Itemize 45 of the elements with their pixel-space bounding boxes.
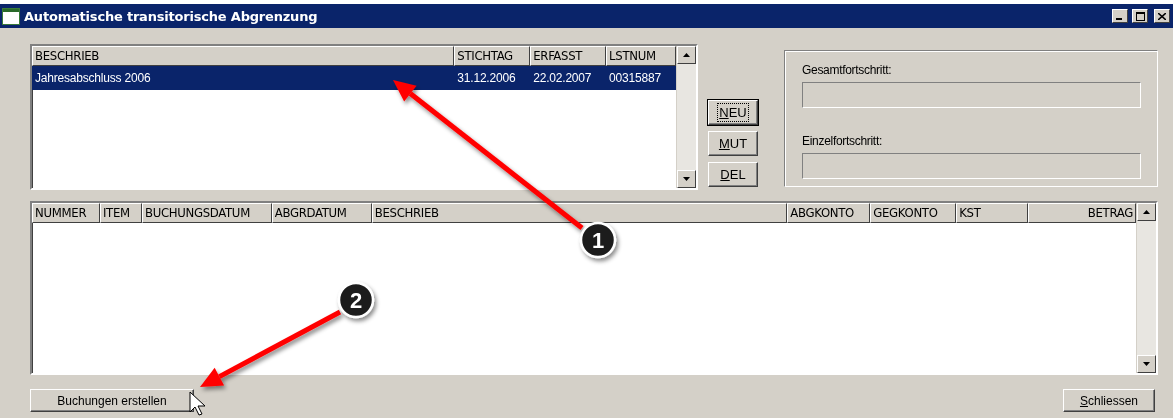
- scroll-up-button[interactable]: [677, 46, 696, 64]
- column-header[interactable]: BUCHUNGSDATUM: [141, 203, 272, 223]
- maximize-icon: [1135, 11, 1145, 21]
- column-header[interactable]: ERFASST: [530, 46, 607, 66]
- callout-badge: 2: [337, 281, 375, 319]
- column-header[interactable]: BETRAG: [1028, 203, 1136, 223]
- footer-button[interactable]: Schliessen: [1063, 389, 1155, 412]
- up-arrow-icon: [683, 53, 690, 57]
- callout-badge: 1: [579, 221, 617, 259]
- scroll-down-button[interactable]: [677, 170, 696, 188]
- table-cell-text: 00315887: [608, 71, 662, 85]
- progress-label: Gesamtfortschritt:: [802, 63, 892, 79]
- down-arrow-icon: [683, 177, 690, 181]
- scrollbar[interactable]: [676, 46, 696, 188]
- column-header[interactable]: ITEM: [99, 203, 142, 223]
- column-header[interactable]: BESCHRIEB: [371, 203, 788, 223]
- list-action-button[interactable]: DEL: [708, 162, 758, 187]
- column-header[interactable]: ABGKONTO: [787, 203, 871, 223]
- column-header[interactable]: ABGRDATUM: [271, 203, 372, 223]
- scrollbar[interactable]: [1136, 203, 1156, 373]
- progress-label: Einzelfortschritt:: [802, 134, 882, 150]
- down-arrow-icon: [1143, 362, 1150, 366]
- window-icon: [2, 7, 20, 25]
- table-cell-text: 22.02.2007: [532, 71, 593, 85]
- column-header[interactable]: GEGKONTO: [870, 203, 957, 223]
- column-header[interactable]: NUMMER: [32, 203, 100, 223]
- maximize-button[interactable]: [1132, 9, 1148, 23]
- list-action-button[interactable]: MUT: [708, 131, 758, 156]
- column-header[interactable]: LSTNUM: [606, 46, 676, 66]
- list-row[interactable]: Jahresabschluss 2006 31.12.2006 22.02.2007 00315887: [32, 66, 676, 90]
- column-header[interactable]: BESCHRIEB: [32, 46, 455, 66]
- column-header[interactable]: STICHTAG: [454, 46, 531, 66]
- table-cell-text: 31.12.2006: [456, 71, 517, 85]
- column-header[interactable]: KST: [956, 203, 1029, 223]
- close-icon: [1158, 12, 1166, 20]
- window-title: Automatische transitorische Abgrenzung: [24, 8, 319, 24]
- table-cell-text: Jahresabschluss 2006: [34, 71, 152, 85]
- cursor-icon: [189, 391, 206, 416]
- close-button[interactable]: [1154, 9, 1170, 23]
- minimize-button[interactable]: [1112, 9, 1128, 23]
- scroll-down-button[interactable]: [1137, 355, 1156, 373]
- scroll-up-button[interactable]: [1137, 203, 1156, 221]
- list-action-button[interactable]: NEU: [708, 100, 758, 125]
- up-arrow-icon: [1143, 210, 1150, 214]
- footer-button[interactable]: Buchungen erstellen: [30, 389, 194, 412]
